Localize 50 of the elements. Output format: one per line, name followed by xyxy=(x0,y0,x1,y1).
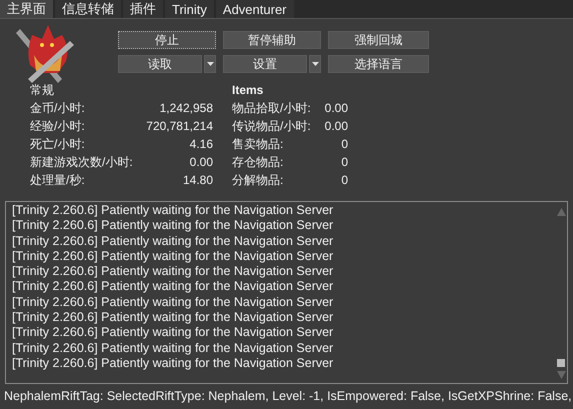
stat-label: 经验/小时: xyxy=(30,118,85,135)
stat-value: 720,781,214 xyxy=(146,118,213,135)
stat-label: 存仓物品: xyxy=(232,154,284,171)
stat-label: 死亡/小时: xyxy=(30,136,85,153)
stat-label: 售卖物品: xyxy=(232,136,284,153)
action-button[interactable]: 停止 xyxy=(118,31,216,49)
stat-label: 物品拾取/小时: xyxy=(232,100,311,117)
stat-value: 1,242,958 xyxy=(160,100,213,117)
section-heading: Items xyxy=(232,82,264,99)
log-line: [Trinity 2.260.6] Patiently waiting for the Navigation Server xyxy=(12,218,334,234)
log-line: [Trinity 2.260.6] Patiently waiting for the Navigation Server xyxy=(12,234,334,249)
caret-icon xyxy=(312,62,318,66)
stat-value: 14.80 xyxy=(182,172,213,189)
stat-label: 分解物品: xyxy=(232,172,284,189)
stat-label: 金币/小时: xyxy=(30,100,85,117)
stat-label: 新建游戏次数/小时: xyxy=(30,154,133,171)
stat-value: 0.00 xyxy=(190,154,213,171)
status-text: NephalemRiftTag: SelectedRiftType: Nephalem, Level: -1, IsEmpowered: False, IsGetXPShrine: False, xyxy=(3,388,573,405)
section-heading: 常规 xyxy=(30,82,55,99)
action-button[interactable]: 强制回城 xyxy=(328,31,429,49)
stat-label: 处理量/秒: xyxy=(30,172,85,189)
stat-value: 0.00 xyxy=(324,118,348,135)
action-button[interactable]: 暂停辅助 xyxy=(223,31,321,49)
stat-value: 0 xyxy=(341,172,348,189)
stat-label: 传说物品/小时: xyxy=(232,118,311,135)
tab[interactable]: Adventurer xyxy=(216,0,296,18)
log-line: [Trinity 2.260.6] Patiently waiting for the Navigation Server xyxy=(12,340,334,356)
tab[interactable]: Trinity xyxy=(165,0,216,18)
log-line: [Trinity 2.260.6] Patiently waiting for the Navigation Server xyxy=(12,325,334,341)
stat-value: 4.16 xyxy=(190,136,213,153)
log-line: [Trinity 2.260.6] Patiently waiting for the Navigation Server xyxy=(12,248,334,264)
log-line: [Trinity 2.260.6] Patiently waiting for the Navigation Server xyxy=(12,264,334,280)
split-button[interactable]: 读取 xyxy=(118,55,202,73)
split-button[interactable]: 设置 xyxy=(223,55,307,73)
log-line: [Trinity 2.260.6] Patiently waiting for the Navigation Server xyxy=(12,356,334,372)
log-line: [Trinity 2.260.6] Patiently waiting for the Navigation Server xyxy=(12,203,334,218)
log-line: [Trinity 2.260.6] Patiently waiting for the Navigation Server xyxy=(12,294,334,310)
tab[interactable]: 信息转储 xyxy=(55,0,123,18)
caret-icon xyxy=(206,62,214,66)
dropdown-button[interactable] xyxy=(309,55,321,73)
tab[interactable]: 插件 xyxy=(123,0,165,18)
log-line: [Trinity 2.260.6] Patiently waiting for the Navigation Server xyxy=(12,279,334,295)
stat-value: 0.00 xyxy=(324,100,348,117)
action-button[interactable]: 选择语言 xyxy=(328,55,429,73)
dropdown-button[interactable] xyxy=(204,55,216,73)
tab[interactable]: 主界面 xyxy=(0,0,55,18)
stat-value: 0 xyxy=(341,136,348,153)
log-line: [Trinity 2.260.6] Patiently waiting for the Navigation Server xyxy=(12,310,334,326)
stat-value: 0 xyxy=(341,154,348,171)
scroll-thumb[interactable] xyxy=(557,359,565,367)
